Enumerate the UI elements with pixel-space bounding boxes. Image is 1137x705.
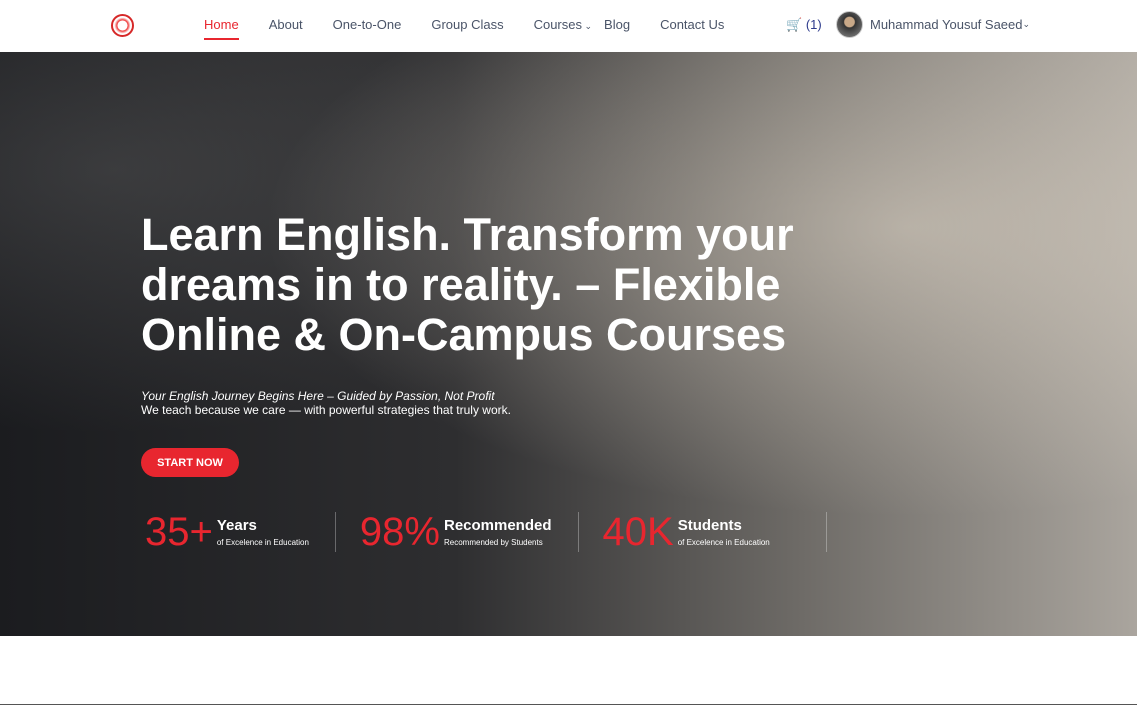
hero-tagline: Your English Journey Begins Here – Guide… (141, 389, 495, 403)
chevron-down-icon: ⌄ (582, 21, 593, 31)
cart-button[interactable]: 🛒 (1) (786, 17, 822, 33)
stat-students: 40K Students of Excelence in Education (602, 509, 827, 554)
start-now-button[interactable]: START NOW (141, 448, 239, 477)
nav-courses-label: Courses (533, 17, 582, 32)
stat-caption: of Excelence in Education (216, 538, 309, 547)
nav-blog[interactable]: Blog (604, 17, 630, 32)
nav-home[interactable]: Home (204, 17, 239, 40)
stat-years: 35+ Years of Excelence in Education (145, 509, 336, 554)
avatar (836, 11, 863, 38)
cart-count: (1) (805, 17, 822, 32)
cart-icon: 🛒 (786, 17, 803, 32)
user-name: Muhammad Yousuf Saeed (870, 17, 1023, 32)
nav-about[interactable]: About (269, 17, 303, 32)
hero-title: Learn English. Transform your dreams in … (141, 209, 794, 360)
main-menu: Home About One-to-One Group Class Course… (204, 17, 754, 40)
nav-contact[interactable]: Contact Us (660, 17, 724, 32)
site-logo[interactable] (111, 14, 134, 37)
nav-one-to-one[interactable]: One-to-One (333, 17, 402, 32)
stat-value: 35+ (145, 509, 213, 554)
stats-row: 35+ Years of Excelence in Education 98% Rec… (145, 509, 851, 554)
hero-banner: Learn English. Transform your dreams in … (0, 52, 1137, 636)
top-navbar: Home About One-to-One Group Class Course… (0, 0, 1137, 52)
nav-group-class[interactable]: Group Class (431, 17, 503, 32)
nav-courses[interactable]: Courses ⌄ (534, 17, 592, 32)
stat-label: Years (216, 517, 257, 534)
stat-value: 98% (359, 509, 440, 554)
chevron-down-icon: ⌄ (1022, 19, 1031, 29)
stat-caption: Recommended by Students (443, 538, 543, 547)
user-menu[interactable]: Muhammad Yousuf Saeed ⌄ (836, 11, 1030, 38)
stat-label: Students (677, 517, 742, 534)
hero-subtitle: Your English Journey Begins Here – Guide… (141, 389, 511, 417)
stat-recommended: 98% Recommended Recommended by Students (359, 509, 579, 554)
stat-label: Recommended (443, 517, 552, 534)
stat-caption: of Excelence in Education (677, 538, 770, 547)
hero-description: We teach because we care — with powerful… (141, 403, 511, 417)
stat-value: 40K (602, 509, 674, 554)
